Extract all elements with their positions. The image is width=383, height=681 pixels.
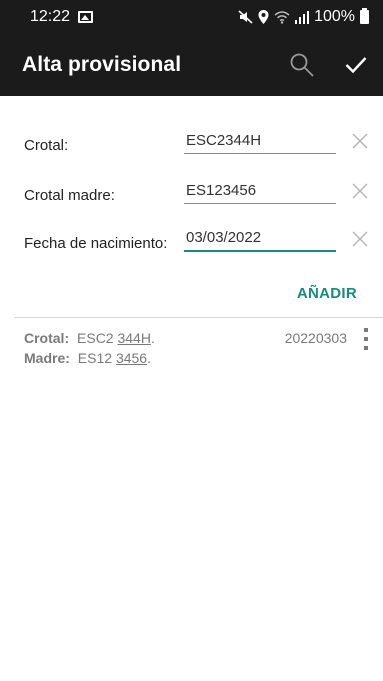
madre-line: Madre: ES12 3456. <box>24 350 151 366</box>
madre-key: Madre: <box>24 350 70 366</box>
confirm-button[interactable] <box>341 50 371 80</box>
add-button[interactable]: AÑADIR <box>291 284 363 303</box>
signal-icon <box>295 10 310 24</box>
list-item[interactable]: Crotal: ESC2 344H. Madre: ES12 3456. 202… <box>0 326 383 368</box>
fecha-label: Fecha de nacimiento: <box>24 235 168 252</box>
madre-value-prefix: ES12 <box>77 350 113 366</box>
crotal-dot: . <box>150 330 155 346</box>
status-time: 12:22 <box>30 8 71 25</box>
crotal-madre-label: Crotal madre: <box>24 187 115 204</box>
app-bar-actions <box>287 50 371 80</box>
fecha-input[interactable] <box>184 229 336 252</box>
search-icon <box>290 53 314 77</box>
app-bar: Alta provisional <box>0 34 383 96</box>
madre-value-suffix: 3456 <box>115 350 148 366</box>
divider <box>14 317 383 318</box>
crotal-madre-input[interactable] <box>184 182 336 204</box>
status-bar: 12:22 100% <box>0 0 383 34</box>
search-button[interactable] <box>287 50 317 80</box>
crotal-line: Crotal: ESC2 344H. <box>24 330 155 346</box>
status-indicators: 100% <box>238 8 369 26</box>
crotal-key: Crotal: <box>24 330 70 346</box>
clear-fecha-icon[interactable] <box>351 230 369 248</box>
list-item-date: 20220303 <box>284 330 347 346</box>
image-notification-icon <box>78 11 94 23</box>
crotal-label: Crotal: <box>24 137 69 154</box>
fecha-row: Fecha de nacimiento: <box>0 208 383 258</box>
wifi-icon <box>274 10 290 24</box>
page-title: Alta provisional <box>22 53 182 76</box>
crotal-input[interactable] <box>184 132 336 154</box>
battery-percent: 100% <box>314 8 355 25</box>
crotal-value-prefix: ESC2 <box>77 330 114 346</box>
crotal-madre-row: Crotal madre: <box>0 160 383 210</box>
more-options-icon[interactable] <box>361 328 371 350</box>
crotal-value-suffix: 344H <box>117 330 151 346</box>
battery-icon <box>360 8 369 24</box>
crotal-row: Crotal: <box>0 110 383 160</box>
madre-dot: . <box>147 350 151 366</box>
mute-icon <box>238 10 253 24</box>
clear-crotal-madre-icon[interactable] <box>351 182 369 200</box>
location-icon <box>258 10 269 24</box>
clear-crotal-icon[interactable] <box>351 132 369 150</box>
check-icon <box>345 57 367 74</box>
